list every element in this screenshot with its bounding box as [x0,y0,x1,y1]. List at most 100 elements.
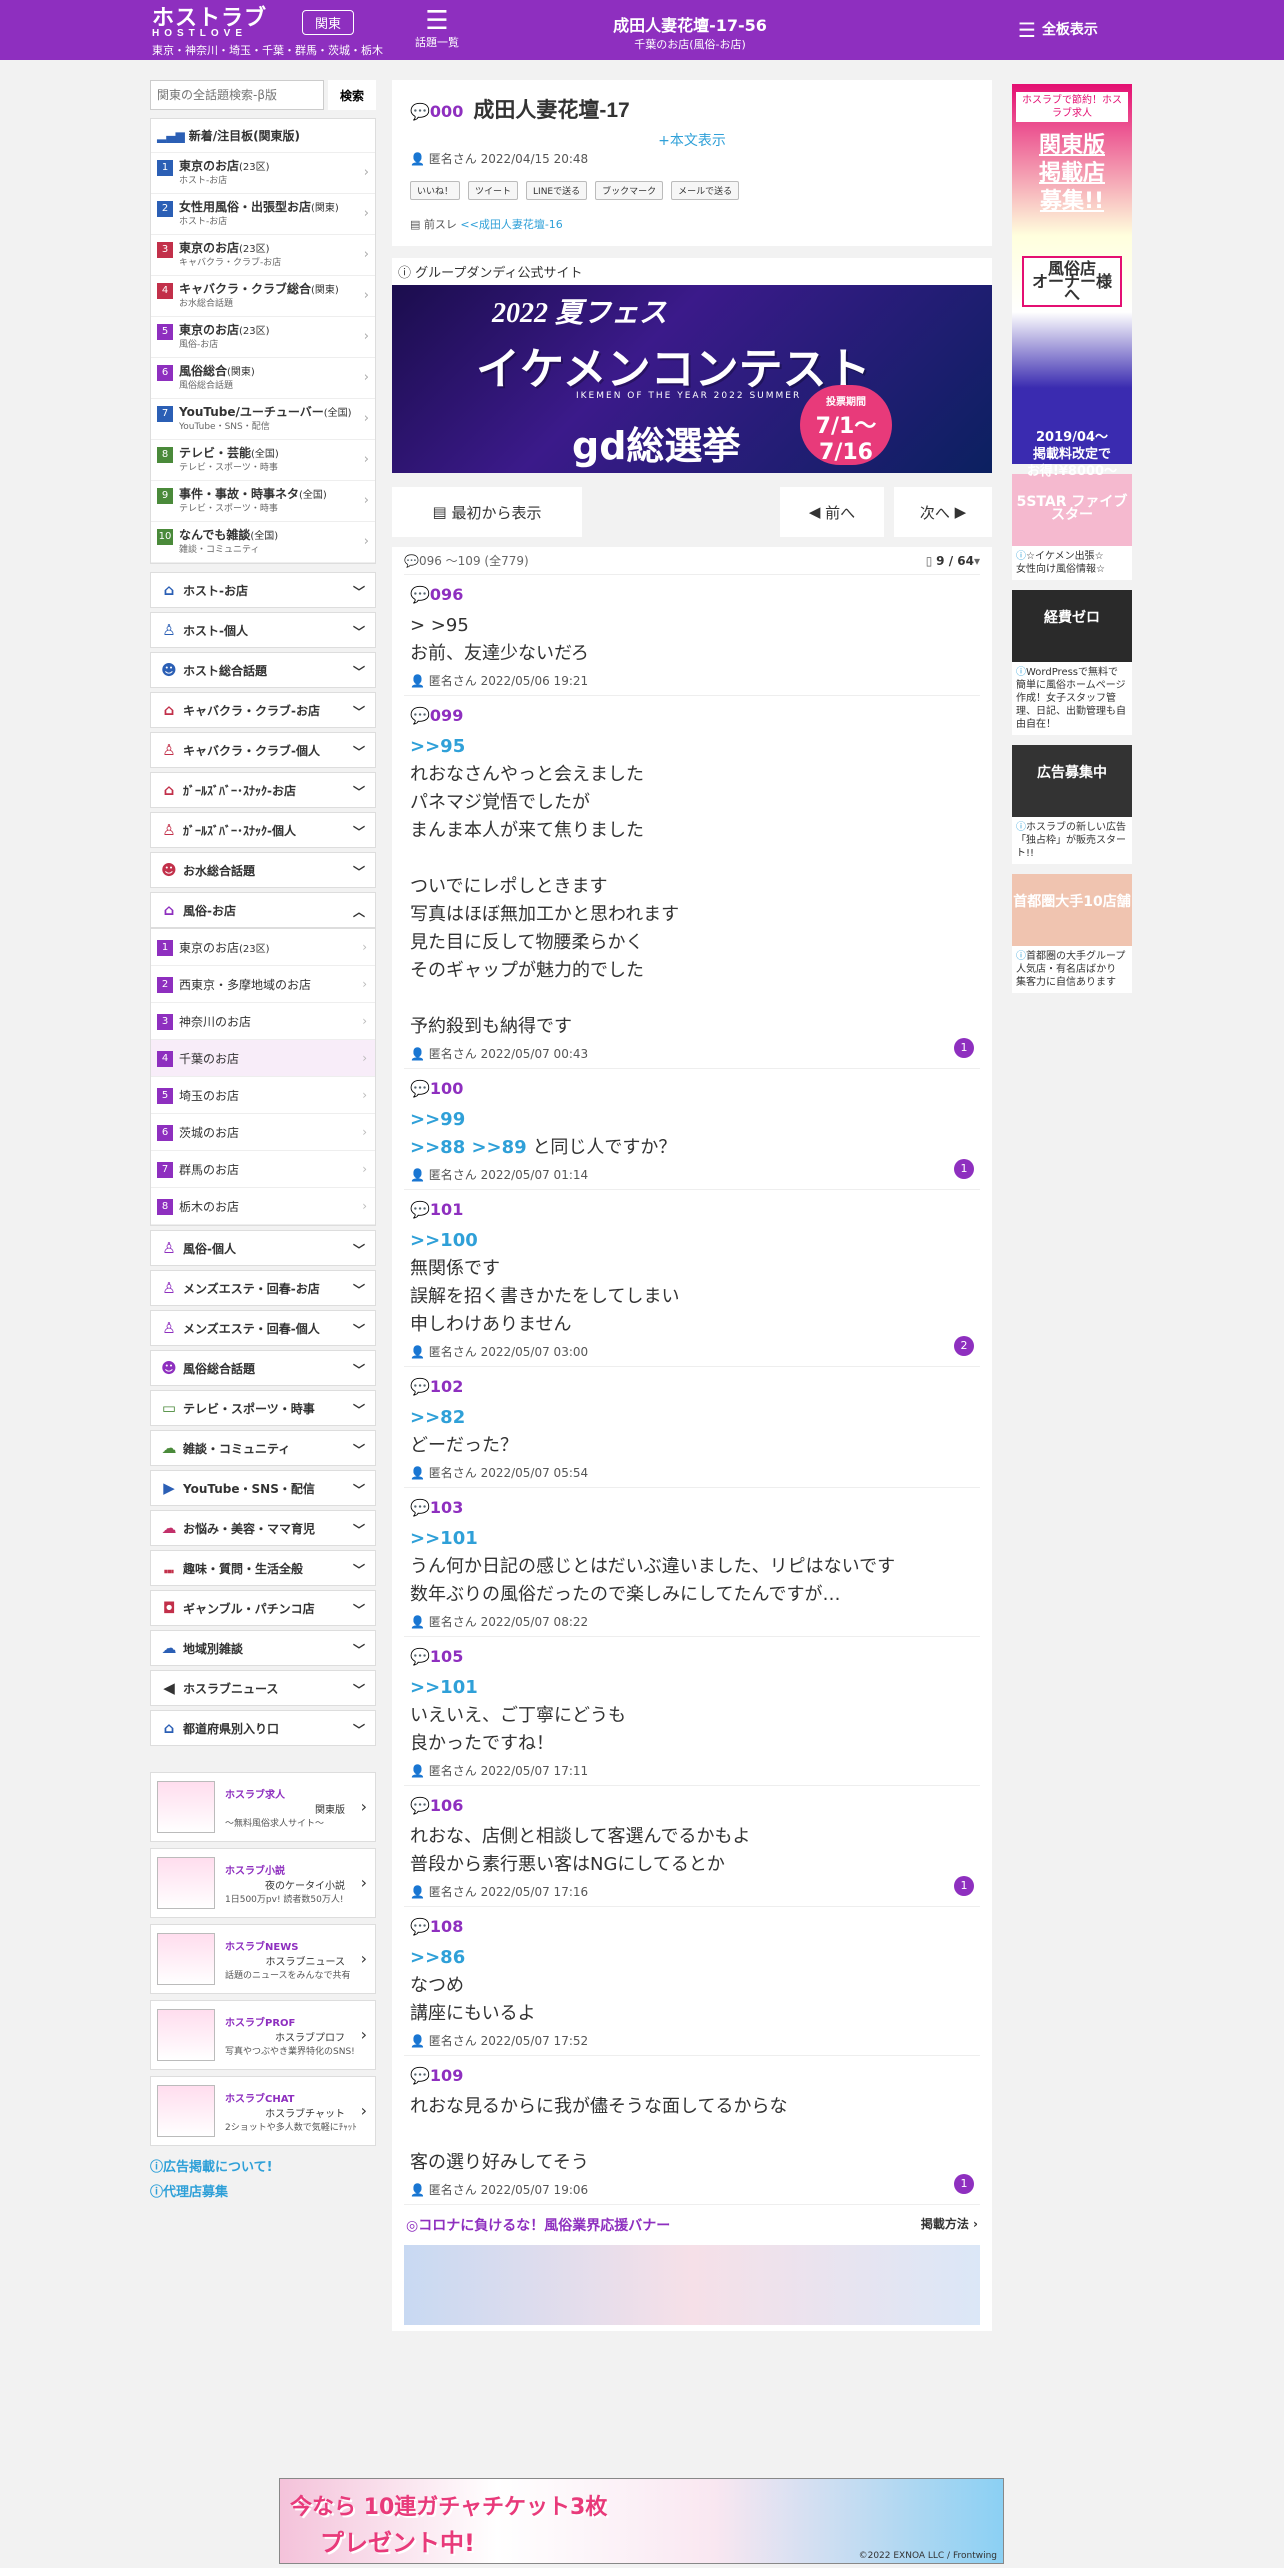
anchor-link[interactable]: >>86 [410,1947,465,1968]
service-banner[interactable]: ホスラブCHAT ホスラブチャット 2ショットや多人数で気軽にﾁｬｯﾄ › [150,2076,376,2146]
category-item[interactable]: ⌂ キャバクラ・クラブ-お店 ﹀ [150,692,376,728]
recruit-ad[interactable]: ホスラブで節約！ホスラブ求人 関東版 掲載店 募集!! 風俗店 オーナー様へ 2… [1012,84,1132,479]
show-body-link[interactable]: +本文表示 [410,130,974,150]
anchor-link[interactable]: >>101 [410,1677,478,1698]
post-number[interactable]: 💬099 [410,706,974,725]
anchor-link[interactable]: >>99 >>88 >>89 [410,1109,527,1158]
topic-list-button[interactable]: ☰ 話題一覧 [412,8,462,50]
category-item[interactable]: ☁ お悩み・美容・ママ育児 ﹀ [150,1510,376,1546]
subcategory-item[interactable]: 8 栃木のお店 › [151,1188,375,1225]
new-board-item[interactable]: 4 キャバクラ・クラブ総合(関東) お水総合話題 › [151,276,375,317]
share-button[interactable]: LINEで送る [526,181,588,200]
category-label: 雑談・コミュニティ [183,1441,291,1456]
share-button[interactable]: ブックマーク [595,181,664,200]
post-number[interactable]: 💬102 [410,1377,974,1396]
subcategory-item[interactable]: 3 神奈川のお店 › [151,1003,375,1040]
reply-count-badge[interactable]: 2 [954,1336,974,1356]
post-number[interactable]: 💬101 [410,1200,974,1219]
region-button[interactable]: 関東 [302,10,355,35]
new-board-item[interactable]: 3 東京のお店(23区) キャバクラ・クラブ-お店 › [151,235,375,276]
category-item[interactable]: ⌂ ホスト-お店 ﹀ [150,572,376,608]
show-from-start-button[interactable]: ▤ 最初から表示 [392,487,582,537]
share-button[interactable]: いいね！ [410,181,461,200]
category-item[interactable]: ♙ メンズエステ・回春-個人 ﹀ [150,1310,376,1346]
side-ad[interactable]: 広告募集中 ⓘホスラブの新しい広告「独占枠」が販売スタート!! [1012,745,1132,864]
category-item[interactable]: ♙ ホスト-個人 ﹀ [150,612,376,648]
category-item[interactable]: ▭ テレビ・スポーツ・時事 ﹀ [150,1390,376,1426]
category-item[interactable]: ▶ YouTube・SNS・配信 ﹀ [150,1470,376,1506]
post-number[interactable]: 💬109 [410,2066,974,2085]
new-board-item[interactable]: 8 テレビ・芸能(全国) テレビ・スポーツ・時事 › [151,440,375,481]
service-banner[interactable]: ホスラブPROF ホスラブプロフ 写真やつぶやき業界特化のSNS! › [150,2000,376,2070]
category-item[interactable]: ♙ ｶﾞｰﾙｽﾞﾊﾞｰ･ｽﾅｯｸ-個人 ﹀ [150,812,376,848]
share-button[interactable]: ツイート [468,181,519,200]
post-number[interactable]: 💬108 [410,1917,974,1936]
anchor-link[interactable]: >>100 [410,1230,478,1251]
category-item[interactable]: ♙ 風俗-個人 ﹀ [150,1230,376,1266]
reply-count-badge[interactable]: 1 [954,2174,974,2194]
post-number[interactable]: 💬100 [410,1079,974,1098]
post-number[interactable]: 💬106 [410,1796,974,1815]
prev-thread-link[interactable]: <<成田人妻花壇-16 [460,218,562,231]
agency-link[interactable]: ⓘ代理店募集 [150,2181,376,2200]
category-item[interactable]: ⌂ ｶﾞｰﾙｽﾞﾊﾞｰ･ｽﾅｯｸ-お店 ﹀ [150,772,376,808]
banner-photo[interactable] [404,2245,980,2325]
anchor-link[interactable]: >>101 [410,1528,478,1549]
prev-page-button[interactable]: ◀ 前へ [780,487,884,537]
side-ad[interactable]: 首都圏大手10店舗 ⓘ首都圏の大手グループ 人気店・有名店ばかり 集客力に自信あり… [1012,874,1132,993]
site-logo[interactable]: ホストラブ HOSTLOVE [152,7,267,40]
new-board-item[interactable]: 7 YouTube/ユーチューバー(全国) YouTube・SNS・配信 › [151,399,375,440]
chevron-right-icon: › [362,1199,367,1213]
subcategory-item[interactable]: 2 西東京・多摩地域のお店 › [151,966,375,1003]
next-page-button[interactable]: 次へ ▶ [894,487,992,537]
category-item[interactable]: ☻ お水総合話題 ﹀ [150,852,376,888]
category-fuzoku-shop[interactable]: ⌂ 風俗-お店 ︿ [150,892,376,928]
new-board-item[interactable]: 9 事件・事故・時事ネタ(全国) テレビ・スポーツ・時事 › [151,481,375,522]
ad-info-link[interactable]: ⓘ広告掲載について! [150,2156,376,2175]
category-item[interactable]: ◀ ホスラブニュース ﹀ [150,1670,376,1706]
service-banner[interactable]: ホスラブ求人 関東版 〜無料風俗求人サイト〜 › [150,1772,376,1842]
category-item[interactable]: ☁ 雑談・コミュニティ ﹀ [150,1430,376,1466]
subcategory-item[interactable]: 1 東京のお店 (23区) › [151,929,375,966]
post-number[interactable]: 💬103 [410,1498,974,1517]
how-to-post-link[interactable]: 掲載方法 › [921,2215,978,2235]
post-number[interactable]: 💬096 [410,585,974,604]
anchor-link[interactable]: >>82 [410,1407,465,1428]
speech-bubble-icon: 💬 [410,1647,430,1666]
service-banner[interactable]: ホスラブ小説 夜のケータイ小説 1日500万pv! 読者数50万人! › [150,1848,376,1918]
youtube-icon: ▶ [163,1479,175,1497]
search-input[interactable] [150,80,324,110]
category-item[interactable]: ☁ 地域別雑談 ﹀ [150,1630,376,1666]
category-item[interactable]: ☻ 風俗総合話題 ﹀ [150,1350,376,1386]
new-board-item[interactable]: 10 なんでも雑談(全国) 雑談・コミュニティ › [151,522,375,563]
new-board-item[interactable]: 6 風俗総合(関東) 風俗総合話題 › [151,358,375,399]
new-board-item[interactable]: 5 東京のお店(23区) 風俗-お店 › [151,317,375,358]
category-item[interactable]: ⑉ 趣味・質問・生活全般 ﹀ [150,1550,376,1586]
subcategory-item[interactable]: 6 茨城のお店 › [151,1114,375,1151]
post-number[interactable]: 💬105 [410,1647,974,1666]
contest-banner[interactable]: 2022 夏フェス イケメンコンテスト IKEMEN OF THE YEAR 2… [392,285,992,473]
category-item[interactable]: ☻ ホスト総合話題 ﹀ [150,652,376,688]
speech-bubble-icon: 💬 [410,1200,430,1219]
all-board-button[interactable]: ☰ 全板表示 [1018,18,1098,42]
reply-count-badge[interactable]: 1 [954,1876,974,1896]
category-item[interactable]: ♙ キャバクラ・クラブ-個人 ﹀ [150,732,376,768]
reply-count-badge[interactable]: 1 [954,1159,974,1179]
category-item[interactable]: ⌂ 都道府県別入り口 ﹀ [150,1710,376,1746]
share-button[interactable]: メールで送る [671,181,740,200]
subcategory-item[interactable]: 7 群馬のお店 › [151,1151,375,1188]
new-board-item[interactable]: 2 女性用風俗・出張型お店(関東) ホスト-お店 › [151,194,375,235]
category-item[interactable]: ◘ ギャンブル・パチンコ店 ﹀ [150,1590,376,1626]
search-button[interactable]: 検索 [328,80,376,110]
side-ad[interactable]: 5STAR ファイブスター ⓘ☆イケメン出張☆ 女性向け風俗情報☆ [1012,474,1132,580]
page-select[interactable]: ▯ 9 / 64▾ [926,554,980,568]
anchor-link[interactable]: >>95 [410,736,465,757]
service-banner[interactable]: ホスラブNEWS ホスラブニュース 話題のニュースをみんなで共有 › [150,1924,376,1994]
new-board-item[interactable]: 1 東京のお店(23区) ホスト-お店 › [151,153,375,194]
side-ad[interactable]: 経費ゼロ ⓘWordPressで無料で簡単に風俗ホームページ作成！女子スタッフ管理… [1012,590,1132,735]
subcategory-item[interactable]: 5 埼玉のお店 › [151,1077,375,1114]
reply-count-badge[interactable]: 1 [954,1038,974,1058]
category-item[interactable]: ♙ メンズエステ・回春-お店 ﹀ [150,1270,376,1306]
bottom-ad-banner[interactable]: 今なら 10連ガチャチケット3枚 プレゼント中! ©2022 EXNOA LLC… [279,2478,1004,2564]
subcategory-item[interactable]: 4 千葉のお店 › [151,1040,375,1077]
